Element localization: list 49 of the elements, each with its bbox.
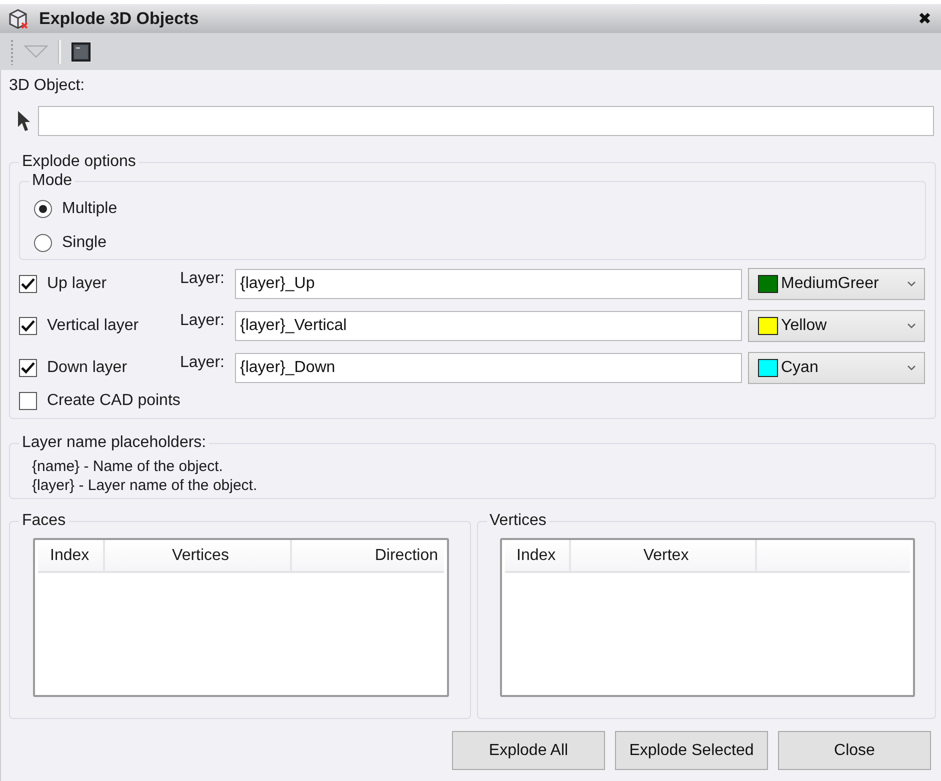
help-text: {name} - Name of the object. xyxy=(32,457,224,476)
cube-icon xyxy=(7,8,29,30)
layer-name-field[interactable]: {layer}_Down xyxy=(235,353,742,383)
object-input-field[interactable] xyxy=(38,106,934,136)
pointer-icon xyxy=(17,110,31,132)
checkbox[interactable] xyxy=(19,317,37,335)
color-dropdown[interactable]: Cyan xyxy=(748,352,925,384)
field-label: Layer: xyxy=(180,354,226,372)
window-title: Explode 3D Objects xyxy=(39,8,200,28)
field-label: Layer: xyxy=(180,312,226,330)
layer-name-field[interactable]: {layer}_Up xyxy=(235,269,742,299)
dialog-button[interactable]: Explode Selected xyxy=(615,731,768,770)
chevron-icon xyxy=(907,323,916,329)
option-label: Multiple xyxy=(62,200,118,218)
field-label: Layer: xyxy=(180,270,226,288)
column-header[interactable]: Vertex xyxy=(570,540,758,571)
field-label: 3D Object: xyxy=(9,77,86,96)
checkbox[interactable] xyxy=(19,359,37,377)
color-name: MediumGreer xyxy=(781,275,880,293)
layer-name-field[interactable]: {layer}_Vertical xyxy=(235,311,742,341)
console-icon[interactable] xyxy=(71,42,91,62)
grip-icon xyxy=(10,38,14,64)
radio-button[interactable] xyxy=(34,200,52,218)
dialog-button[interactable]: Explode All xyxy=(452,731,605,770)
checkbox-label: Down layer xyxy=(47,359,128,377)
checkbox-label: Create CAD points xyxy=(47,392,180,410)
chevron-icon xyxy=(907,365,916,371)
radio-button[interactable] xyxy=(34,234,52,252)
column-header[interactable]: Vertices xyxy=(105,540,292,571)
help-text: {layer} - Layer name of the object. xyxy=(32,476,258,495)
column-header[interactable]: Direction xyxy=(292,540,444,571)
checkbox-label: Vertical layer xyxy=(47,317,140,335)
column-header[interactable]: Index xyxy=(504,540,571,571)
checkbox[interactable] xyxy=(19,275,37,293)
chevron-icon xyxy=(907,281,916,287)
color-name: Cyan xyxy=(781,359,820,377)
close-button[interactable]: ✖ xyxy=(918,8,931,28)
checkbox-label: Up layer xyxy=(47,275,108,293)
dialog-button[interactable]: Close xyxy=(778,731,931,770)
vertices-list[interactable]: Index Vertex xyxy=(500,538,914,697)
faces-list[interactable]: Index Vertices Direction xyxy=(33,538,449,697)
group-title: Explode options xyxy=(19,152,139,172)
checkbox[interactable] xyxy=(19,392,37,410)
color-dropdown[interactable]: MediumGreer xyxy=(748,268,925,300)
color-dropdown[interactable]: Yellow xyxy=(748,310,925,342)
group-title: Layer name placeholders: xyxy=(19,433,210,453)
color-name: Yellow xyxy=(781,317,828,335)
option-label: Single xyxy=(62,234,106,252)
column-header[interactable]: Index xyxy=(38,540,106,571)
